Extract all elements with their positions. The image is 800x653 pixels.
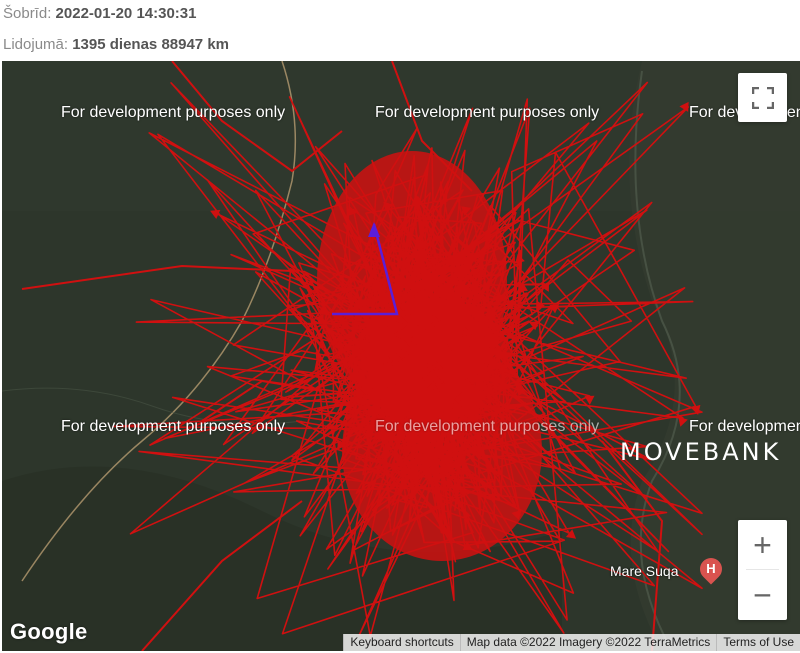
current-time-label: Šobrīd: bbox=[3, 5, 52, 22]
movebank-logo: MOVEBANK bbox=[620, 438, 782, 466]
dev-watermark: For development purposes only bbox=[61, 104, 286, 121]
dev-watermark: For development purposes only bbox=[375, 418, 600, 435]
track-outlier bbox=[601, 440, 664, 651]
google-logo: Google bbox=[10, 619, 88, 644]
dev-watermark: For development purposes only bbox=[61, 418, 286, 435]
map-footer: Keyboard shortcuts Map data ©2022 Imager… bbox=[343, 634, 800, 651]
place-label[interactable]: Mare Suqa bbox=[610, 563, 678, 579]
terms-of-use-link[interactable]: Terms of Use bbox=[716, 634, 800, 651]
hospital-pin-icon[interactable]: H bbox=[695, 553, 727, 585]
migration-tracks bbox=[21, 61, 703, 651]
keyboard-shortcuts-link[interactable]: Keyboard shortcuts bbox=[343, 634, 460, 651]
track-outlier bbox=[141, 500, 303, 651]
flight-duration-line: Lidojumā: 1395 dienas 88947 km bbox=[3, 36, 229, 53]
map-view[interactable]: For development purposes only For develo… bbox=[2, 61, 800, 651]
fullscreen-icon bbox=[751, 86, 774, 109]
track-arrow bbox=[678, 416, 688, 427]
current-time-value: 2022-01-20 14:30:31 bbox=[55, 5, 197, 22]
flight-duration-value: 1395 dienas 88947 km bbox=[72, 36, 230, 53]
dev-watermark: For development purposes only bbox=[689, 418, 800, 435]
zoom-out-button[interactable]: − bbox=[738, 570, 787, 619]
zoom-in-button[interactable]: + bbox=[738, 520, 787, 569]
map-data-attribution: Map data ©2022 Imagery ©2022 TerraMetric… bbox=[459, 634, 717, 651]
current-time-line: Šobrīd: 2022-01-20 14:30:31 bbox=[3, 5, 197, 22]
fullscreen-button[interactable] bbox=[738, 73, 787, 122]
dev-watermark: For development purposes only bbox=[375, 104, 600, 121]
zoom-control: + − bbox=[738, 520, 787, 620]
flight-duration-label: Lidojumā: bbox=[3, 36, 69, 53]
